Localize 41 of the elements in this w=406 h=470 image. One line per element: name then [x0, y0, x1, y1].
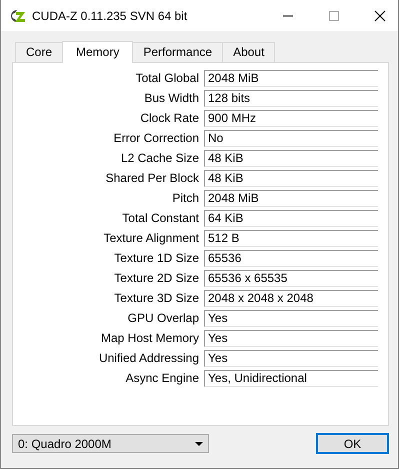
field-label: Texture 2D Size	[113, 271, 200, 285]
field-label: Unified Addressing	[98, 351, 200, 365]
window-title: CUDA-Z 0.11.235 SVN 64 bit	[32, 8, 188, 22]
close-icon[interactable]	[374, 10, 386, 22]
field-label: Texture 1D Size	[113, 251, 200, 265]
value-field: 2048 MiB	[204, 190, 378, 206]
value-field: Yes	[204, 350, 378, 366]
value-field: 900 MHz	[204, 110, 378, 126]
value-field: 65536 x 65535	[204, 270, 378, 286]
field-label: Error Correction	[112, 131, 200, 145]
field-label: Pitch	[171, 191, 200, 205]
device-dropdown[interactable]: 0: Quadro 2000M	[12, 434, 209, 453]
value-field: 48 KiB	[204, 150, 378, 166]
value-field: No	[204, 130, 378, 146]
tab[interactable]: About	[222, 42, 276, 62]
field-label: Clock Rate	[139, 111, 200, 125]
app-logo-icon	[10, 8, 26, 22]
field-label: Async Engine	[124, 371, 200, 385]
value-field: 2048 x 2048 x 2048	[204, 290, 378, 306]
value-field: 2048 MiB	[204, 70, 378, 86]
field-label: Texture 3D Size	[113, 291, 200, 305]
field-label: Total Constant	[121, 211, 200, 225]
value-field: 64 KiB	[204, 210, 378, 226]
field-label: Texture Alignment	[102, 231, 200, 245]
ok-button[interactable]: OK	[316, 433, 389, 454]
value-field: Yes	[204, 310, 378, 326]
value-field: Yes, Unidirectional	[204, 370, 378, 386]
field-label: Shared Per Block	[104, 171, 200, 185]
value-field: 512 B	[204, 230, 378, 246]
field-label: Bus Width	[143, 91, 200, 105]
caret-icon	[195, 442, 203, 446]
value-field: 48 KiB	[204, 170, 378, 186]
value-field: 65536	[204, 250, 378, 266]
field-label: Total Global	[134, 71, 200, 85]
value-field: 128 bits	[204, 90, 378, 106]
value-field: Yes	[204, 330, 378, 346]
field-label: L2 Cache Size	[120, 151, 200, 165]
tab[interactable]: Memory	[62, 41, 134, 63]
field-label: GPU Overlap	[126, 311, 200, 325]
tab[interactable]: Core	[15, 42, 64, 62]
field-label: Map Host Memory	[100, 331, 200, 345]
